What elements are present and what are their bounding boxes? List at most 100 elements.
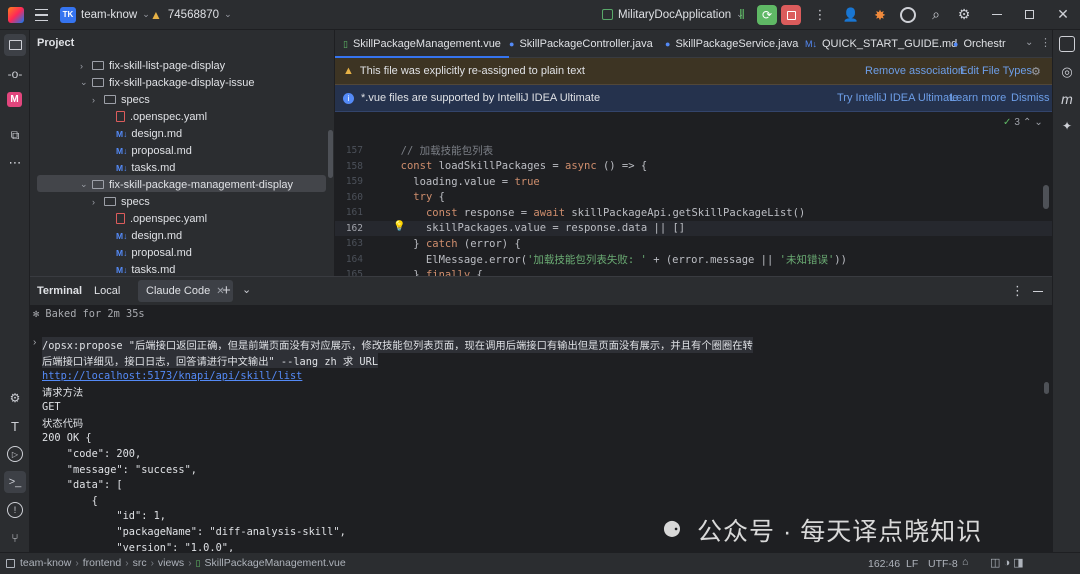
maximize-icon[interactable] <box>1025 10 1034 19</box>
main-menu-icon[interactable] <box>34 7 48 23</box>
file-encoding[interactable]: UTF-8 <box>928 558 958 570</box>
settings-gear-icon[interactable]: ⚙ <box>956 6 972 22</box>
tree-item[interactable]: .openspec.yaml <box>104 210 207 227</box>
terminal-scrollbar[interactable] <box>1044 382 1049 394</box>
status-bar: team-know › frontend › src › views › ▯ SkillPacka… <box>0 552 1080 574</box>
terminal-more-icon[interactable]: ⋮ <box>1011 283 1024 299</box>
tree-item[interactable]: › specs <box>92 193 150 210</box>
database-m-icon[interactable]: m <box>1059 91 1075 107</box>
tree-scrollbar[interactable] <box>328 130 333 178</box>
run-icon[interactable]: ▷ <box>7 446 23 462</box>
editor-more-icon[interactable]: ⋮ <box>1040 36 1051 49</box>
plugin-m-icon[interactable]: M <box>7 92 22 107</box>
rerun-button[interactable]: ⟳ <box>757 5 777 25</box>
line-ending[interactable]: LF <box>906 558 918 570</box>
services-icon[interactable]: ⚙ <box>7 390 23 406</box>
remove-association-link[interactable]: Remove association <box>865 65 964 77</box>
hide-panel-icon[interactable] <box>1033 291 1043 292</box>
tree-item[interactable]: M↓ proposal.md <box>104 244 192 261</box>
problems-icon[interactable]: ! <box>7 502 23 518</box>
tree-item[interactable]: M↓ design.md <box>104 125 182 142</box>
tree-item[interactable]: › fix-skill-list-page-display <box>80 57 225 74</box>
line-number: 162 <box>345 222 363 234</box>
project-tool-button[interactable] <box>4 34 26 56</box>
add-user-icon[interactable]: 👤 <box>843 7 859 23</box>
build-hammer-icon[interactable]: T <box>7 418 23 434</box>
git-icon[interactable]: ⑂ <box>7 530 23 546</box>
commit-icon[interactable]: -o- <box>7 66 23 82</box>
ai-chat-icon[interactable]: ◎ <box>1059 64 1075 80</box>
minimize-icon[interactable] <box>992 14 1002 15</box>
editor-scrollbar[interactable] <box>1043 185 1049 209</box>
more-tools-icon[interactable]: ⋯ <box>7 155 23 171</box>
inspection-widget[interactable]: ✓ 3 ⌃ ⌄ <box>1003 117 1043 128</box>
chevron-right-icon[interactable]: › <box>92 95 104 105</box>
edit-file-types-link[interactable]: Edit File Types <box>960 65 1032 77</box>
chevron-down-icon[interactable]: ⌄ <box>242 283 251 296</box>
markdown-file-icon: M↓ <box>805 39 817 49</box>
more-actions-icon[interactable]: ⋮ <box>812 7 828 23</box>
search-icon[interactable]: ⌕ <box>928 6 944 22</box>
banner-settings-icon[interactable]: ⚙ <box>1031 65 1041 78</box>
folder-icon <box>92 61 104 70</box>
editor-tab[interactable]: ● SkillPackageService.java <box>665 30 798 58</box>
terminal-tool-button[interactable]: >_ <box>4 471 26 493</box>
tab-local[interactable]: Local <box>94 285 120 297</box>
intellij-logo-icon[interactable] <box>8 7 24 23</box>
project-switcher[interactable]: TK team-know ⌄ <box>60 0 150 30</box>
tree-item[interactable]: .openspec.yaml <box>104 108 207 125</box>
ultimate-banner-text: *.vue files are supported by IntelliJ ID… <box>361 92 601 104</box>
run-config-selector[interactable]: MilitaryDocApplication ⌄ <box>602 0 744 30</box>
notifications-icon[interactable] <box>1059 36 1075 52</box>
editor-tab[interactable]: M↓ QUICK_START_GUIDE.md <box>805 30 957 58</box>
tree-item[interactable]: ⌄ fix-skill-package-display-issue <box>80 74 255 91</box>
tree-item[interactable]: M↓ design.md <box>104 227 182 244</box>
tab-claude-code[interactable]: Claude Code ✕ <box>138 280 233 302</box>
close-icon[interactable]: ✕ <box>1056 6 1070 22</box>
debug-bars-icon[interactable]: ⫴ <box>735 7 749 22</box>
yaml-file-icon <box>116 213 125 224</box>
tree-item-label: proposal.md <box>131 246 192 259</box>
line-number: 159 <box>345 176 363 188</box>
breadcrumb-item[interactable]: src <box>133 557 147 569</box>
chevron-right-icon[interactable]: › <box>80 61 92 71</box>
tree-item[interactable]: M↓ tasks.md <box>104 159 175 176</box>
code-text: const loadSkillPackages = async () => { <box>400 160 648 173</box>
terminal-header: Terminal Local Claude Code ✕ + ⌄ ⋮ <box>30 277 1052 305</box>
branch-name: 74568870 <box>167 8 220 21</box>
breadcrumb-separator-icon: › <box>75 557 79 569</box>
ai-assistant-icon[interactable]: ✸ <box>872 7 888 23</box>
stop-button[interactable] <box>781 5 801 25</box>
breadcrumb-item[interactable]: SkillPackageManagement.vue <box>204 557 345 569</box>
line-number: 160 <box>345 191 363 203</box>
chevron-right-icon[interactable]: ⌄ <box>80 77 92 88</box>
code-text: loading.value = true <box>388 175 540 188</box>
tab-overflow-icon[interactable]: ⌄ <box>1025 37 1033 48</box>
terminal-url-link[interactable]: http://localhost:5173/knapi/api/skill/li… <box>42 368 302 384</box>
breadcrumb-item[interactable]: frontend <box>83 557 122 569</box>
tree-item-label: design.md <box>131 127 183 140</box>
vcs-branch-widget[interactable]: ▲ 74568870 ⌄ <box>150 0 232 30</box>
dismiss-link[interactable]: Dismiss <box>1011 92 1050 104</box>
learn-more-link[interactable]: Learn more <box>950 92 1006 104</box>
structure-icon[interactable]: ⧉ <box>7 127 23 143</box>
code-view[interactable]: 157 // 加载技能包列表 158 const loadSkillPackage… <box>335 143 1052 312</box>
chevron-right-icon[interactable]: ⌄ <box>80 179 92 190</box>
tree-item[interactable]: M↓ proposal.md <box>104 142 192 159</box>
sync-icon[interactable] <box>900 7 916 23</box>
tree-item[interactable]: › specs <box>92 91 150 108</box>
breadcrumb-item[interactable]: team-know <box>20 557 71 569</box>
lock-icon[interactable]: ⌂ <box>962 556 968 568</box>
editor-tab[interactable]: ▯ SkillPackageManagement.vue <box>335 30 509 58</box>
try-ultimate-link[interactable]: Try IntelliJ IDEA Ultimate <box>837 92 958 104</box>
breadcrumb-item[interactable]: views <box>158 557 184 569</box>
new-tab-plus-icon[interactable]: + <box>222 282 231 299</box>
lightbulb-icon[interactable]: 💡 <box>393 221 405 232</box>
chevron-down-icon: ⌄ <box>142 9 150 19</box>
caret-position[interactable]: 162:46 <box>868 558 900 570</box>
copilot-icon[interactable]: ✦ <box>1059 118 1075 134</box>
tree-item[interactable]: ⌄ fix-skill-package-management-display <box>80 176 293 193</box>
chevron-right-icon[interactable]: › <box>92 197 104 207</box>
editor-tab[interactable]: ● SkillPackageController.java <box>509 30 653 58</box>
editor-tab[interactable]: ● Orchestr <box>953 30 1006 58</box>
